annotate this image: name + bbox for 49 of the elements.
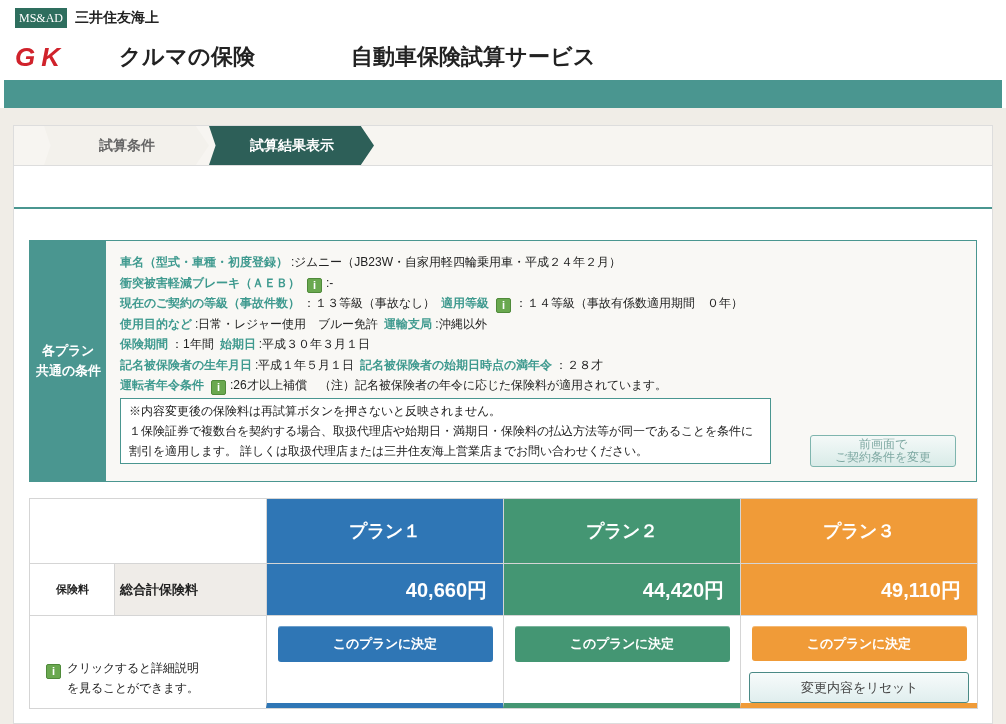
notice-text: ※内容変更後の保険料は再試算ボタンを押さないと反映されません。 [129,402,502,420]
info-icon[interactable]: i [496,298,511,313]
condition-label: 現在のご契約の等級（事故件数） [120,296,300,310]
info-icon[interactable]: i [307,277,322,293]
row-sublabel: 総合計保険料 [114,564,266,616]
premium-amount: 49,110円 [740,564,977,616]
condition-label: 車名（型式・車種・初度登録） [120,255,288,269]
step-tab[interactable]: 試算結果表示 [209,126,374,165]
condition-label: 運輸支局 [384,316,433,331]
premium-amount: 44,420円 [503,564,740,616]
info-icon[interactable]: i [211,380,226,395]
condition-label: 衝突被害軽減ブレーキ（ＡＥＢ） [120,275,300,290]
decide-plan-button[interactable]: このプランに決定 [277,626,493,662]
condition-label: 使用目的など [120,316,192,331]
info-icon[interactable]: i [46,664,61,679]
plan-header: プラン３ [740,499,977,564]
condition-value: :平成３０年３月１日 [258,337,371,351]
decide-plan-button[interactable]: このプランに決定 [514,626,730,662]
condition-value: :26才以上補償 （注）記名被保険者の年令に応じた保険料が適用されています。 [230,378,667,392]
premium-amount: 40,660円 [266,564,503,616]
change-conditions-button[interactable]: 前画面で ご契約条件を変更 [810,435,956,467]
brand-badge: MS&AD [15,7,67,28]
help-text: クリックすると詳細説明 を見ることができます。 [67,660,199,697]
condition-value: :日常・レジャー使用 ブルー免許 [195,316,379,331]
condition-label: 運転者年令条件 [120,378,204,392]
reset-button[interactable]: 変更内容をリセット [749,672,969,703]
logo: GK [15,43,67,70]
conditions-heading: 各プラン 共通の条件 [30,241,106,481]
condition-value: ：２８才 [555,357,604,372]
plan-header: プラン２ [503,499,740,564]
decide-plan-button[interactable]: このプランに決定 [751,626,967,662]
condition-label: 適用等級 [441,296,489,310]
notice-text: １保険証券で複数台を契約する場合、取扱代理店や始期日・満期日・保険料の払込方法等が同一であることを条件に割引を適用します。 詳しくは取扱代理店または三井住友海上営業店までお問い合わせください。 [129,422,754,460]
condition-label: 保険期間 [120,337,168,351]
condition-value: ：1年間 [171,337,214,351]
condition-label: 記名被保険者の始期日時点の満年令 [360,357,553,372]
condition-value: :ジムニー（JB23W・自家用軽四輪乗用車・平成２４年２月） [291,255,621,269]
company-name: 三井住友海上 [75,8,159,27]
step-tab[interactable]: 試算条件 [44,126,209,165]
product-name: クルマの保険 [119,43,256,71]
condition-label: 始期日 [219,337,256,351]
plan-header: プラン１ [266,499,503,564]
condition-value: :沖縄以外 [435,316,487,331]
condition-label: 記名被保険者の生年月日 [120,357,252,372]
condition-value: :平成１年５月１日 [255,357,355,372]
service-title: 自動車保険試算サービス [351,43,596,71]
condition-value: ：１４等級（事故有係数適用期間 ０年） [515,296,743,310]
condition-value: ：１３等級（事故なし） [303,296,435,310]
condition-value: :- [326,275,334,290]
